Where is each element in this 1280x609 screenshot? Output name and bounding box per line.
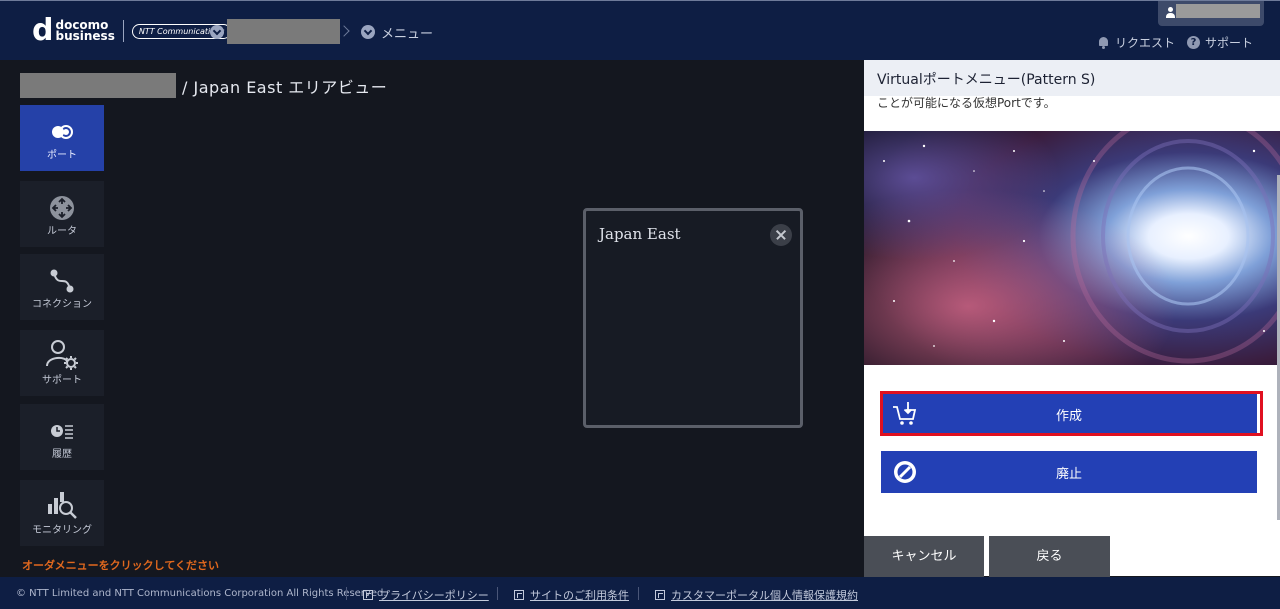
support-link[interactable]: ? サポート [1187, 34, 1253, 51]
support-user-gear-icon [46, 340, 78, 370]
footer: © NTT Limited and NTT Communications Cor… [0, 577, 1280, 609]
sidebar-item-label: コネクション [32, 299, 92, 310]
request-label: リクエスト [1115, 36, 1176, 50]
sidebar-item-history[interactable]: 履歴 [20, 404, 104, 470]
external-link-icon [655, 590, 665, 600]
history-icon [51, 425, 73, 439]
space-tunnel-illustration [864, 131, 1280, 365]
logo-line2: business [55, 29, 115, 43]
docomo-business-logo[interactable]: d docomo business NTT Communications [32, 13, 232, 48]
footer-divider [497, 587, 498, 600]
breadcrumb-redacted-item[interactable] [227, 19, 340, 44]
external-link-icon [514, 590, 524, 600]
region-card-title: Japan East [599, 225, 681, 243]
breadcrumb-menu[interactable]: メニュー [381, 23, 433, 42]
order-instruction-message: オーダメニューをクリックしてください [22, 559, 220, 572]
panel-header: Virtualポートメニュー(Pattern S) [864, 60, 1280, 96]
copyright-text: © NTT Limited and NTT Communications Cor… [16, 588, 387, 599]
port-icon [52, 125, 73, 139]
close-icon[interactable] [770, 224, 792, 246]
user-account-button[interactable] [1158, 1, 1264, 26]
connection-icon [50, 269, 74, 293]
privacy-policy-label: プライバシーポリシー [379, 589, 489, 602]
abolish-button[interactable]: 廃止 [881, 451, 1257, 493]
request-link[interactable]: リクエスト [1098, 34, 1175, 51]
user-name-redacted [1176, 4, 1260, 18]
footer-divider [638, 587, 639, 600]
sidebar-item-label: 履歴 [52, 449, 72, 460]
sidebar-item-label: サポート [42, 375, 82, 386]
sidebar-item-monitoring[interactable]: モニタリング [20, 480, 104, 546]
sidebar-item-label: ルータ [47, 226, 77, 237]
external-link-icon [363, 590, 373, 600]
cancel-button[interactable]: キャンセル [864, 536, 984, 577]
breadcrumb-check-icon [210, 25, 224, 39]
privacy-policy-link[interactable]: プライバシーポリシー [363, 587, 489, 603]
logo-wordmark: docomo business [55, 19, 115, 43]
logo-d-mark: d [32, 13, 54, 48]
site-terms-label: サイトのご利用条件 [530, 589, 629, 602]
sidebar-item-router[interactable]: ルータ [20, 181, 104, 247]
panel-title: Virtualポートメニュー(Pattern S) [877, 72, 1096, 88]
breadcrumb-chevron-icon [338, 25, 350, 37]
footer-divider [346, 587, 347, 600]
support-label: サポート [1205, 36, 1254, 50]
create-button-highlight [880, 391, 1263, 436]
customer-privacy-label: カスタマーポータル個人情報保護規約 [671, 589, 858, 602]
top-header: d docomo business NTT Communications メニュ… [0, 0, 1280, 60]
abolish-button-label: 廃止 [1055, 467, 1082, 482]
virtual-port-menu-panel: Virtualポートメニュー(Pattern S) ことが可能になる仮想Port… [864, 60, 1280, 576]
user-icon [1166, 7, 1175, 18]
menu-chevron-down-icon [361, 25, 375, 39]
sidebar-item-port[interactable]: ポート [20, 105, 104, 171]
bell-icon [1098, 36, 1109, 49]
site-terms-link[interactable]: サイトのご利用条件 [514, 587, 629, 603]
region-card[interactable]: Japan East [583, 208, 803, 428]
panel-description: ことが可能になる仮想Portです。 [877, 96, 1056, 110]
sidebar-item-connection[interactable]: コネクション [20, 254, 104, 320]
customer-privacy-link[interactable]: カスタマーポータル個人情報保護規約 [655, 587, 858, 603]
monitoring-icon [48, 492, 77, 519]
sidebar-item-label: モニタリング [32, 525, 92, 536]
page-title-text: / Japan East エリアビュー [182, 77, 388, 97]
router-icon [50, 196, 74, 220]
sidebar-item-support[interactable]: サポート [20, 330, 104, 396]
logo-divider [122, 20, 124, 42]
sidebar-item-label: ポート [47, 150, 77, 161]
title-redacted-prefix [20, 73, 176, 98]
help-icon: ? [1187, 36, 1200, 49]
page-title: / Japan East エリアビュー [20, 73, 387, 98]
back-button[interactable]: 戻る [989, 536, 1110, 577]
